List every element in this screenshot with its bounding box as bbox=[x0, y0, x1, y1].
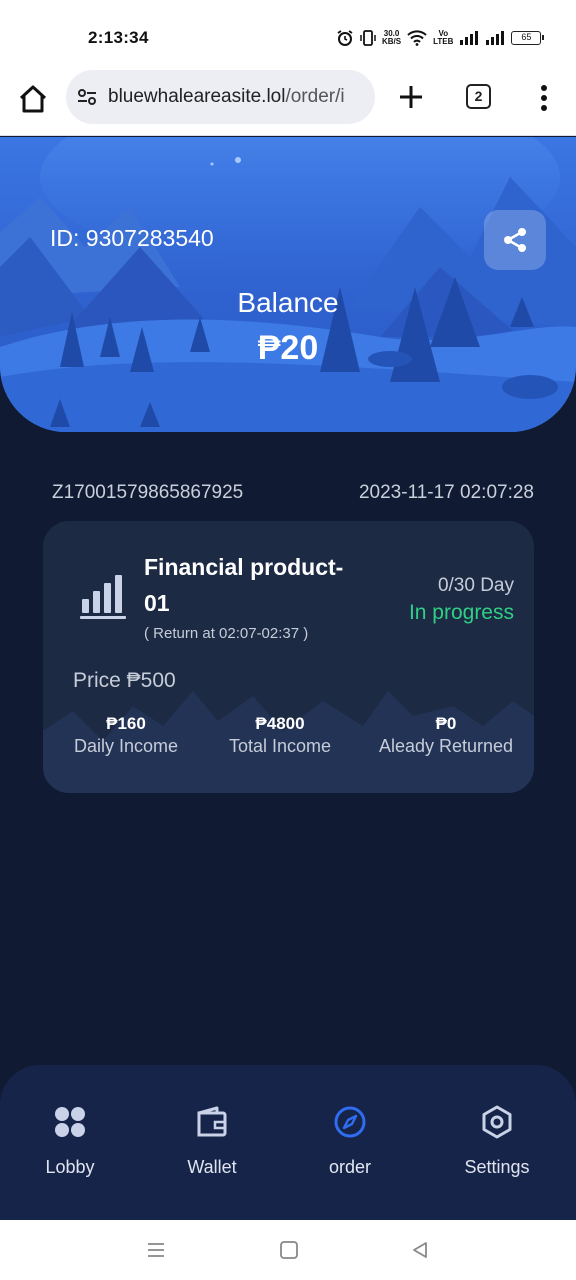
mountain-scene-illustration bbox=[0, 137, 576, 432]
nav-label: order bbox=[328, 1157, 372, 1177]
address-bar[interactable]: bluewhaleareasite.lol/order/i bbox=[66, 70, 375, 124]
volte-label: Vo LTEB bbox=[433, 30, 453, 46]
signal-icon-2 bbox=[486, 31, 505, 45]
volte-label-bottom: LTEB bbox=[433, 37, 454, 46]
nav-item-lobby[interactable]: Lobby bbox=[10, 1105, 130, 1178]
user-id: ID: 9307283540 bbox=[50, 225, 214, 251]
return-time: ( Return at 02:07-02:37 ) bbox=[144, 625, 309, 642]
browser-toolbar: bluewhaleareasite.lol/order/i 2 bbox=[0, 70, 576, 136]
balance-hero: ID: 9307283540 Balance ₱20 bbox=[0, 137, 576, 432]
home-icon[interactable] bbox=[16, 82, 50, 116]
product-name: Financial product-01 bbox=[144, 554, 344, 616]
more-menu-icon[interactable] bbox=[532, 82, 556, 114]
balance-label: Balance bbox=[237, 287, 339, 318]
nav-item-wallet[interactable]: Wallet bbox=[152, 1105, 272, 1178]
url-domain: bluewhaleareasite.lol bbox=[108, 86, 286, 107]
nav-label: Lobby bbox=[45, 1157, 95, 1177]
compass-icon bbox=[334, 1106, 366, 1138]
wifi-icon bbox=[407, 30, 427, 46]
stat-label: Aleady Returned bbox=[378, 736, 514, 756]
hexagon-settings-icon bbox=[482, 1105, 512, 1139]
share-icon bbox=[504, 228, 526, 252]
order-status: In progress bbox=[408, 601, 514, 624]
order-number: Z17001579865867925 bbox=[52, 482, 244, 503]
site-settings-icon[interactable] bbox=[76, 86, 98, 108]
status-bar: 2:13:34 30.0 KB/S Vo LTEB 65 bbox=[0, 0, 576, 70]
stat-value: ₱160 bbox=[106, 714, 146, 733]
order-card[interactable]: Financial product-01 ( Return at 02:07-0… bbox=[43, 521, 534, 793]
network-speed-unit: KB/S bbox=[382, 37, 402, 46]
nav-label: Wallet bbox=[187, 1157, 237, 1177]
recent-apps-icon[interactable] bbox=[146, 1240, 166, 1260]
network-speed: 30.0 KB/S bbox=[382, 30, 401, 46]
stat-label: Total Income bbox=[228, 736, 332, 756]
stat-value: ₱4800 bbox=[255, 714, 305, 733]
day-progress: 0/30 Day bbox=[437, 575, 514, 596]
product-price: Price ₱500 bbox=[73, 669, 176, 692]
share-button[interactable] bbox=[484, 210, 546, 270]
balance-value: ₱20 bbox=[257, 329, 319, 367]
url-text[interactable]: bluewhaleareasite.lol/order/i bbox=[108, 86, 345, 108]
new-tab-icon[interactable] bbox=[396, 82, 426, 112]
stat-label: Daily Income bbox=[73, 736, 179, 756]
stat-value: ₱0 bbox=[435, 714, 457, 733]
grid-icon bbox=[55, 1107, 85, 1137]
nav-label: Settings bbox=[464, 1157, 530, 1177]
back-icon[interactable] bbox=[410, 1240, 430, 1260]
bottom-navigation: Lobby Wallet order Settings bbox=[0, 1065, 576, 1220]
nav-item-order[interactable]: order bbox=[290, 1105, 410, 1178]
order-timestamp: 2023-11-17 02:07:28 bbox=[358, 482, 534, 503]
stat-daily-income: ₱160 Daily Income bbox=[61, 714, 191, 757]
stat-already-returned: ₱0 Aleady Returned bbox=[373, 714, 519, 757]
wallet-icon bbox=[197, 1106, 227, 1137]
battery-icon: 65 bbox=[511, 31, 545, 45]
vibrate-icon bbox=[360, 30, 376, 46]
stat-total-income: ₱4800 Total Income bbox=[215, 714, 345, 757]
tab-switcher-button[interactable]: 2 bbox=[466, 84, 491, 109]
home-button-icon[interactable] bbox=[279, 1240, 299, 1260]
nav-item-settings[interactable]: Settings bbox=[437, 1105, 557, 1178]
bar-chart-icon bbox=[80, 575, 126, 619]
status-icons: 30.0 KB/S Vo LTEB 65 bbox=[336, 28, 545, 48]
system-navigation-bar bbox=[0, 1220, 576, 1280]
url-path: /order/i bbox=[285, 86, 345, 107]
alarm-icon bbox=[337, 30, 353, 46]
signal-icon bbox=[460, 31, 479, 45]
status-time: 2:13:34 bbox=[88, 28, 149, 47]
